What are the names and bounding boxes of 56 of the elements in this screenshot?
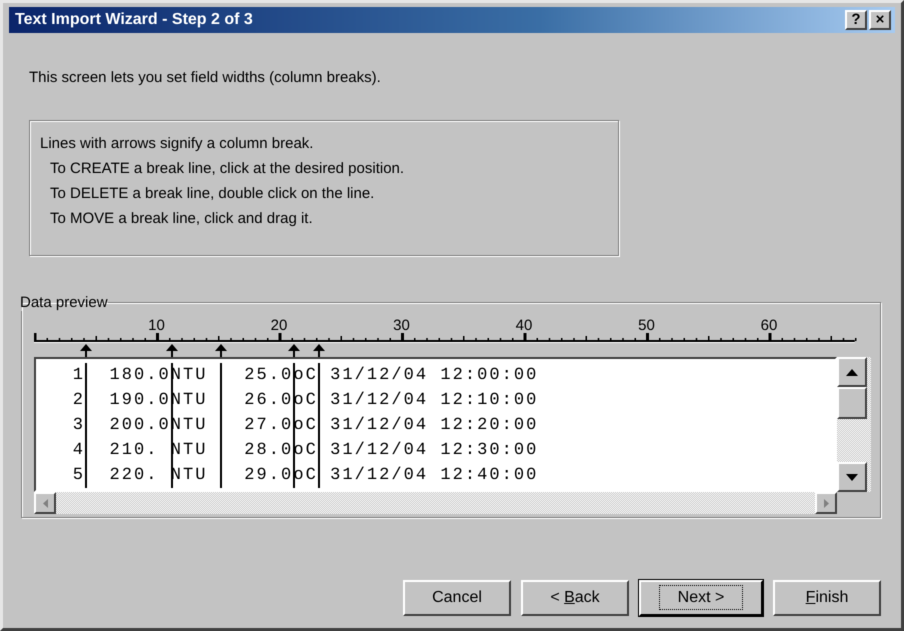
- preview-cell: 180.0: [85, 363, 171, 388]
- instructions-heading: Lines with arrows signify a column break.: [40, 135, 314, 152]
- preview-cell: oC: [293, 363, 318, 388]
- scroll-thumb[interactable]: [837, 387, 867, 419]
- break-arrow-icon[interactable]: [214, 344, 227, 358]
- break-arrow-icon[interactable]: [80, 344, 92, 358]
- preview-cell: oC: [293, 413, 318, 438]
- cancel-button[interactable]: Cancel: [403, 580, 511, 616]
- preview-cell: 210.: [85, 438, 171, 463]
- preview-cell-text: 1: [72, 365, 86, 387]
- next-button[interactable]: Next >: [639, 580, 763, 616]
- ruler-label: 20: [270, 317, 288, 334]
- preview-cell-text: 3: [72, 415, 86, 437]
- ruler-label: 60: [760, 317, 778, 334]
- preview-cell-text: 2: [72, 390, 86, 412]
- help-button[interactable]: ?: [845, 10, 867, 30]
- preview-cell: 29.0: [220, 463, 294, 488]
- preview-cell-text: 4: [72, 440, 86, 462]
- preview-cell: oC: [293, 388, 318, 413]
- back-button[interactable]: < Back: [521, 580, 629, 616]
- preview-cell: 26.0: [220, 388, 294, 413]
- preview-cell: 31/12/04 12:20:00: [318, 413, 538, 438]
- window-title: Text Import Wizard - Step 2 of 3: [15, 11, 253, 29]
- scroll-down-icon[interactable]: [837, 462, 867, 492]
- scroll-left-icon[interactable]: [34, 492, 56, 514]
- preview-cell: oC: [293, 438, 318, 463]
- ruler-label: 30: [393, 317, 410, 334]
- preview-cell: 28.0: [220, 438, 294, 463]
- close-button[interactable]: ×: [869, 10, 891, 30]
- preview-cell: 31/12/04 12:40:00: [318, 463, 538, 488]
- instruction-line: To MOVE a break line, click and drag it.: [49, 210, 314, 227]
- preview-cell: oC: [293, 463, 318, 488]
- preview-cell: 31/12/04 12:30:00: [318, 438, 538, 463]
- break-arrow-icon[interactable]: [288, 344, 300, 358]
- preview-cell: 31/12/04 12:00:00: [318, 363, 538, 388]
- finish-button[interactable]: Finish: [773, 580, 881, 616]
- instruction-line: To CREATE a break line, click at the desired position.: [49, 160, 406, 177]
- preview-cell: 190.0: [85, 388, 171, 413]
- break-arrow-icon[interactable]: [312, 344, 325, 358]
- preview-cell: 220.: [85, 463, 171, 488]
- scroll-up-icon[interactable]: [837, 357, 867, 387]
- preview-cell: 200.0: [85, 413, 171, 438]
- vertical-scrollbar[interactable]: [837, 357, 871, 492]
- ruler-label: 10: [148, 317, 165, 334]
- scroll-right-icon[interactable]: [815, 492, 837, 514]
- preview-cell-text: 5: [72, 465, 86, 487]
- instruction-line: To DELETE a break line, double click on the line.: [49, 185, 376, 202]
- break-arrow-icon[interactable]: [166, 344, 178, 358]
- ruler-label: 40: [516, 317, 532, 334]
- intro-text: This screen lets you set field widths (column breaks).: [29, 69, 382, 86]
- preview-cell: 31/12/04 12:10:00: [318, 388, 538, 413]
- ruler-label: 50: [638, 317, 655, 334]
- group-label: Data preview: [20, 294, 108, 311]
- preview-cell: 25.0: [220, 363, 294, 388]
- preview-cell: 27.0: [220, 413, 294, 438]
- horizontal-scrollbar[interactable]: [34, 492, 837, 514]
